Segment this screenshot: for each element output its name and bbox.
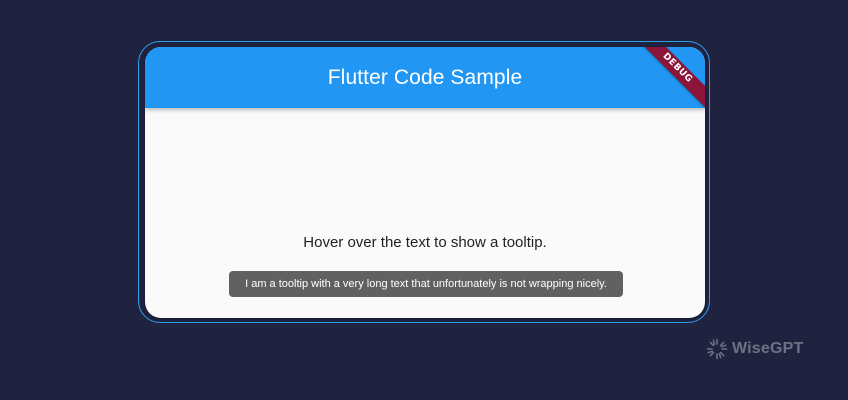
hover-target-text[interactable]: Hover over the text to show a tooltip. [145,234,705,251]
app-window: Flutter Code Sample DEBUG Hover over the… [145,47,705,318]
tooltip: I am a tooltip with a very long text tha… [229,271,623,297]
wisegpt-logo-icon [706,338,728,360]
app-title: Flutter Code Sample [327,65,523,89]
app-bar: Flutter Code Sample [145,47,705,108]
brand-watermark: WiseGPT [706,338,804,360]
brand-name: WiseGPT [732,340,804,357]
app-body: Hover over the text to show a tooltip. I… [145,108,705,318]
